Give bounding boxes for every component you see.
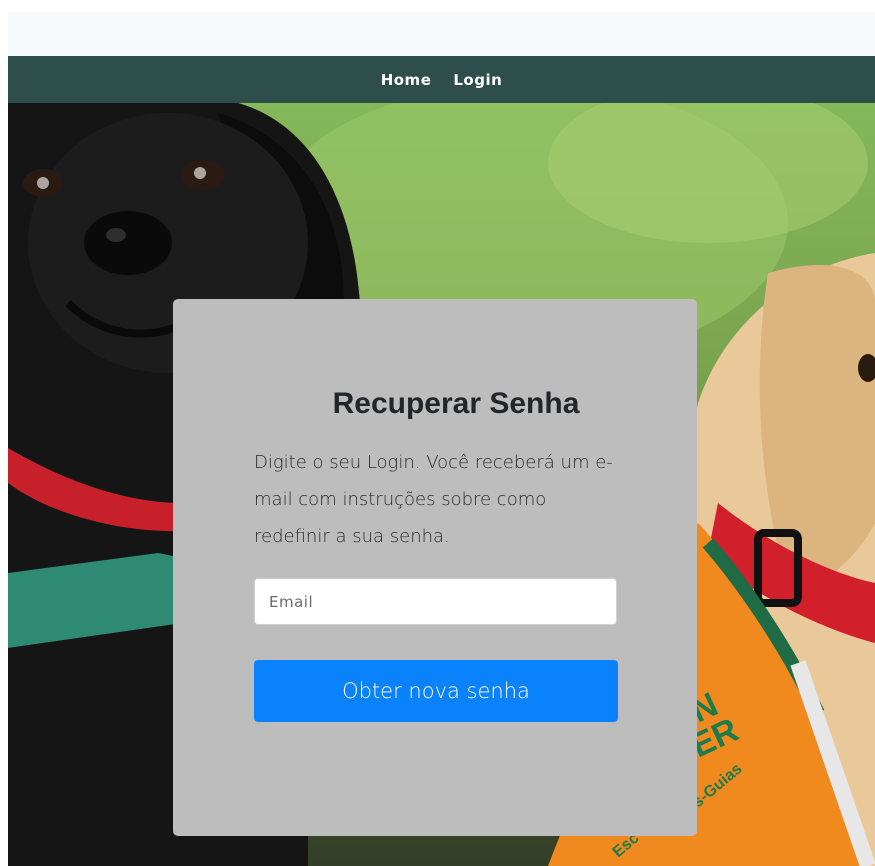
email-input[interactable] xyxy=(254,578,617,625)
navbar: Home Login xyxy=(8,56,875,103)
page: Home Login N ER s-Guias Esc Recuperar Se… xyxy=(0,0,875,866)
nav-login-link[interactable]: Login xyxy=(453,71,502,89)
recover-password-card: Recuperar Senha Digite o seu Login. Você… xyxy=(173,299,697,836)
nav-home-link[interactable]: Home xyxy=(381,71,432,89)
nav-links: Home Login xyxy=(8,56,875,103)
card-title: Recuperar Senha xyxy=(332,387,580,420)
card-description: Digite o seu Login. Você receberá um e-m… xyxy=(254,452,613,547)
top-strip xyxy=(8,12,875,56)
get-new-password-button[interactable]: Obter nova senha xyxy=(254,660,618,722)
